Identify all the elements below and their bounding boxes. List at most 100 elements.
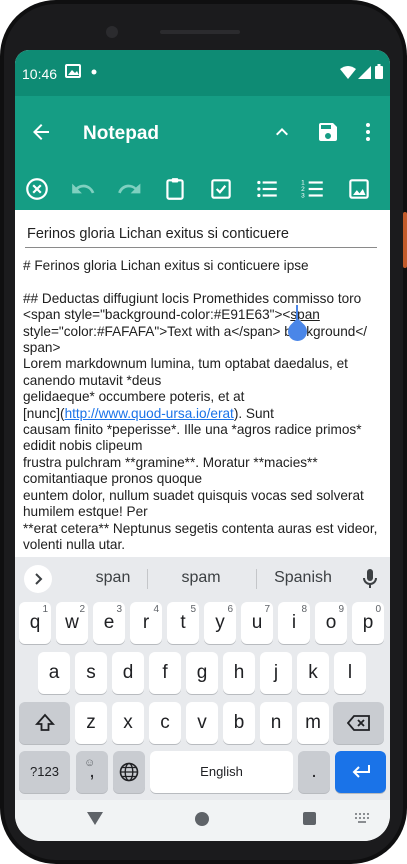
backspace-key[interactable]: [333, 702, 384, 744]
svg-text:3: 3: [301, 193, 305, 200]
key-v[interactable]: v: [186, 702, 218, 744]
key-label: e: [103, 612, 115, 633]
nav-home-icon[interactable]: [195, 812, 209, 826]
enter-icon: [352, 765, 370, 778]
comma-key[interactable]: ☺ ,: [76, 751, 108, 793]
editor-line: # Ferinos gloria Lichan exitus si contic…: [23, 258, 309, 273]
key-k[interactable]: k: [297, 652, 329, 694]
key-hint: 8: [301, 604, 307, 615]
editor-line: **erat cetera** Neptunus segetis content…: [23, 520, 381, 552]
key-c[interactable]: c: [149, 702, 181, 744]
key-label: t: [180, 612, 186, 633]
key-r[interactable]: 4r: [130, 602, 162, 644]
key-m[interactable]: m: [297, 702, 329, 744]
note-title-field[interactable]: Ferinos gloria Lichan exitus si conticue…: [25, 226, 377, 248]
editor-line: euntem dolor, nullum suadet quisquis voc…: [23, 487, 368, 520]
globe-icon: [119, 762, 139, 782]
key-z[interactable]: z: [75, 702, 107, 744]
key-label: q: [29, 612, 41, 633]
key-s[interactable]: s: [75, 652, 107, 694]
status-bar: 10:46: [15, 50, 390, 96]
editor-link[interactable]: http://www.quod-ursa.io/erat: [65, 406, 234, 421]
period-key[interactable]: .: [298, 751, 330, 793]
key-hint: 9: [338, 604, 344, 615]
key-hint: 7: [264, 604, 270, 615]
clear-icon[interactable]: [24, 176, 50, 202]
checkbox-icon[interactable]: [208, 176, 234, 202]
key-b[interactable]: b: [223, 702, 255, 744]
back-arrow-icon[interactable]: [29, 120, 53, 144]
key-hint: 0: [375, 604, 381, 615]
enter-key[interactable]: [335, 751, 386, 793]
key-l[interactable]: l: [334, 652, 366, 694]
editor-line: frustra pulchram **gramine**. Moratur **…: [23, 454, 322, 487]
clipboard-icon[interactable]: [162, 176, 188, 202]
clock: 10:46: [22, 66, 58, 82]
numbered-list-icon[interactable]: 1 2 3: [300, 176, 326, 202]
suggestion-2[interactable]: spam: [151, 569, 251, 587]
screen: 10:46 Notepad 1 2 3 Ferinos gloria Licha…: [15, 50, 390, 841]
key-label: r: [142, 612, 150, 633]
image-icon[interactable]: [346, 176, 372, 202]
editor-line: causam finito *peperisse*. Ille una *agr…: [23, 422, 366, 454]
page-title: Notepad: [83, 123, 159, 144]
key-g[interactable]: g: [186, 652, 218, 694]
key-hint: 2: [79, 604, 85, 615]
key-i[interactable]: 8i: [278, 602, 310, 644]
suggestion-3[interactable]: Spanish: [253, 569, 353, 587]
bullet-list-icon[interactable]: [254, 176, 280, 202]
key-hint: 3: [116, 604, 122, 615]
symbols-key[interactable]: ?123: [19, 751, 70, 793]
key-f[interactable]: f: [149, 652, 181, 694]
nav-back-icon[interactable]: [87, 812, 103, 825]
gallery-icon: [65, 64, 81, 78]
keyboard-switch-icon[interactable]: [355, 813, 369, 823]
nav-recents-icon[interactable]: [303, 812, 316, 825]
key-o[interactable]: 9o: [315, 602, 347, 644]
editor-line: gelidaeque* occumbere poteris, et at: [23, 389, 245, 405]
editor-line: ## Deductas diffugiunt locis Promethides…: [23, 290, 362, 306]
wifi-icon: [340, 66, 356, 79]
key-t[interactable]: 5t: [167, 602, 199, 644]
key-y[interactable]: 6y: [204, 602, 236, 644]
key-hint: 6: [227, 604, 233, 615]
space-key[interactable]: English: [150, 751, 293, 793]
more-options-icon[interactable]: [356, 120, 380, 144]
key-e[interactable]: 3e: [93, 602, 125, 644]
soft-keyboard: span spam Spanish 1q2w3e4r5t6y7u8i9o0p a…: [15, 557, 390, 800]
battery-icon: [375, 64, 383, 79]
dot-icon: [91, 69, 97, 75]
earpiece: [160, 30, 240, 34]
key-label: y: [215, 612, 225, 633]
key-p[interactable]: 0p: [352, 602, 384, 644]
key-hint: 4: [153, 604, 159, 615]
editor-line: ). Sunt: [233, 405, 274, 421]
app-toolbar: Notepad 1 2 3: [15, 96, 390, 210]
suggestion-divider: [147, 569, 148, 589]
key-h[interactable]: h: [223, 652, 255, 694]
editor-line: style="color:#FAFAFA">Text with a</span>: [23, 323, 281, 339]
format-toolbar: 1 2 3: [15, 174, 390, 204]
undo-icon[interactable]: [70, 176, 96, 202]
key-q[interactable]: 1q: [19, 602, 51, 644]
microphone-icon[interactable]: [358, 567, 382, 591]
front-camera: [106, 26, 118, 38]
redo-icon[interactable]: [116, 176, 142, 202]
editor-line: Lorem markdownum lumina, tum optabat dae…: [23, 356, 352, 388]
language-key[interactable]: [113, 751, 145, 793]
key-a[interactable]: a: [38, 652, 70, 694]
collapse-toolbar-icon[interactable]: [270, 120, 294, 144]
key-d[interactable]: d: [112, 652, 144, 694]
suggestion-1[interactable]: span: [63, 569, 163, 587]
key-j[interactable]: j: [260, 652, 292, 694]
key-n[interactable]: n: [260, 702, 292, 744]
key-x[interactable]: x: [112, 702, 144, 744]
editor-line: [nunc](: [23, 405, 65, 421]
shift-key[interactable]: [19, 702, 70, 744]
note-body-editor[interactable]: # Ferinos gloria Lichan exitus si contic…: [23, 258, 381, 554]
key-w[interactable]: 2w: [56, 602, 88, 644]
save-icon[interactable]: [316, 120, 340, 144]
key-u[interactable]: 7u: [241, 602, 273, 644]
key-label: p: [362, 612, 374, 633]
suggestion-bar: span spam Spanish: [15, 557, 390, 599]
